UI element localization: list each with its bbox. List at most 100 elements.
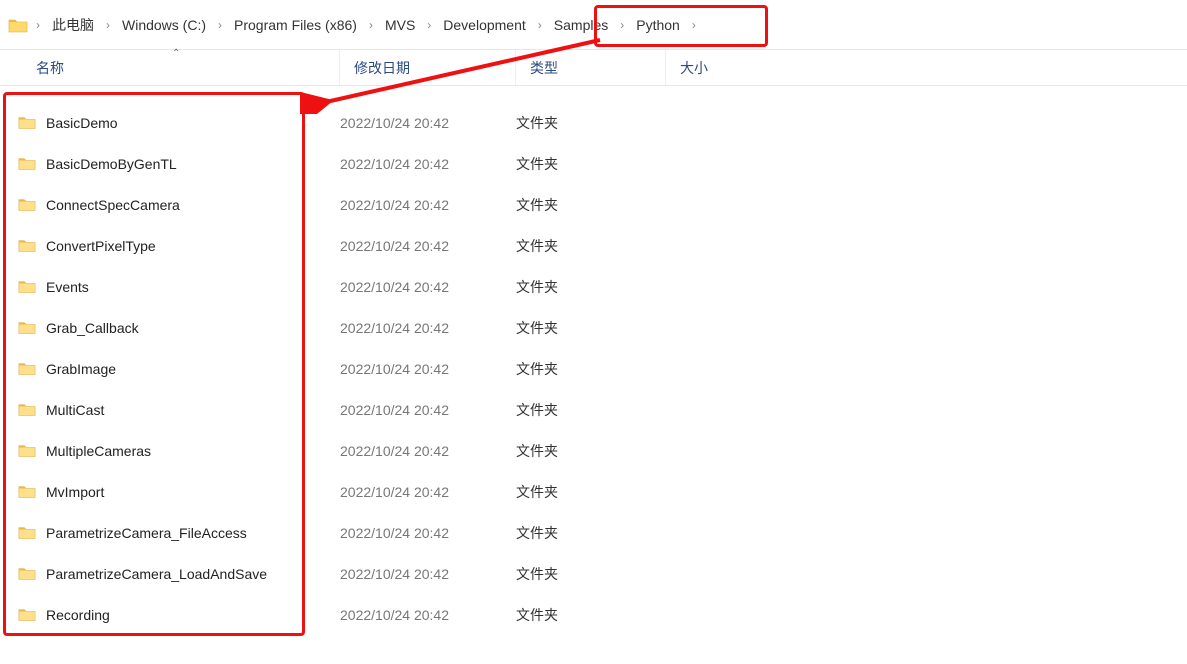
table-row[interactable]: Recording 2022/10/24 20:42文件夹: [0, 594, 1187, 635]
folder-icon: [18, 320, 36, 335]
file-type-cell: 文件夹: [516, 605, 666, 625]
file-date-cell: 2022/10/24 20:42: [340, 525, 516, 541]
file-name-cell: Grab_Callback: [0, 320, 340, 336]
file-date-cell: 2022/10/24 20:42: [340, 402, 516, 418]
chevron-right-icon: ›: [30, 18, 46, 32]
file-list: BasicDemo2022/10/24 20:42文件夹BasicDemoByG…: [0, 86, 1187, 635]
file-name-cell: ParametrizeCamera_FileAccess: [0, 525, 340, 541]
table-row[interactable]: ConnectSpecCamera 2022/10/24 20:42文件夹: [0, 184, 1187, 225]
file-name-cell: Recording: [0, 607, 340, 623]
breadcrumb[interactable]: › 此电脑 › Windows (C:) › Program Files (x8…: [0, 0, 1187, 50]
breadcrumb-development[interactable]: Development: [439, 15, 530, 35]
file-type-cell: 文件夹: [516, 236, 666, 256]
file-name-label: Events: [46, 279, 89, 295]
breadcrumb-this-pc[interactable]: 此电脑: [48, 13, 98, 37]
column-header-date[interactable]: 修改日期: [340, 50, 516, 85]
file-date-cell: 2022/10/24 20:42: [340, 607, 516, 623]
column-header-row: ⌃ 名称 修改日期 类型 大小: [0, 50, 1187, 86]
table-row[interactable]: MvImport 2022/10/24 20:42文件夹: [0, 471, 1187, 512]
file-name-label: Grab_Callback: [46, 320, 139, 336]
folder-icon: [18, 279, 36, 294]
file-date-cell: 2022/10/24 20:42: [340, 484, 516, 500]
folder-icon: [18, 115, 36, 130]
table-row[interactable]: MultipleCameras 2022/10/24 20:42文件夹: [0, 430, 1187, 471]
column-header-size[interactable]: 大小: [666, 50, 1187, 85]
folder-icon: [18, 443, 36, 458]
file-date-cell: 2022/10/24 20:42: [340, 443, 516, 459]
file-name-cell: BasicDemo: [0, 115, 340, 131]
file-date-cell: 2022/10/24 20:42: [340, 115, 516, 131]
breadcrumb-windows-c[interactable]: Windows (C:): [118, 15, 210, 35]
table-row[interactable]: Grab_Callback 2022/10/24 20:42文件夹: [0, 307, 1187, 348]
file-name-label: Recording: [46, 607, 110, 623]
folder-icon: [18, 566, 36, 581]
table-row[interactable]: ParametrizeCamera_FileAccess 2022/10/24 2…: [0, 512, 1187, 553]
breadcrumb-samples[interactable]: Samples: [550, 15, 612, 35]
chevron-right-icon: ›: [363, 18, 379, 32]
file-type-cell: 文件夹: [516, 564, 666, 584]
chevron-right-icon: ›: [532, 18, 548, 32]
file-type-cell: 文件夹: [516, 195, 666, 215]
file-name-cell: MultiCast: [0, 402, 340, 418]
folder-icon: [18, 484, 36, 499]
table-row[interactable]: MultiCast 2022/10/24 20:42文件夹: [0, 389, 1187, 430]
chevron-right-icon: ›: [100, 18, 116, 32]
file-name-cell: MvImport: [0, 484, 340, 500]
file-type-cell: 文件夹: [516, 113, 666, 133]
file-name-cell: BasicDemoByGenTL: [0, 156, 340, 172]
file-name-cell: GrabImage: [0, 361, 340, 377]
file-type-cell: 文件夹: [516, 277, 666, 297]
folder-icon: [18, 607, 36, 622]
column-header-type[interactable]: 类型: [516, 50, 666, 85]
sort-caret-icon: ⌃: [172, 48, 180, 59]
breadcrumb-program-files-x86[interactable]: Program Files (x86): [230, 15, 361, 35]
file-name-label: ParametrizeCamera_FileAccess: [46, 525, 247, 541]
file-date-cell: 2022/10/24 20:42: [340, 279, 516, 295]
file-date-cell: 2022/10/24 20:42: [340, 197, 516, 213]
file-name-label: ConvertPixelType: [46, 238, 156, 254]
file-date-cell: 2022/10/24 20:42: [340, 320, 516, 336]
chevron-right-icon: ›: [421, 18, 437, 32]
file-name-label: GrabImage: [46, 361, 116, 377]
file-date-cell: 2022/10/24 20:42: [340, 361, 516, 377]
file-name-label: ParametrizeCamera_LoadAndSave: [46, 566, 267, 582]
column-header-name[interactable]: 名称: [0, 50, 340, 85]
folder-icon: [8, 17, 28, 33]
breadcrumb-mvs[interactable]: MVS: [381, 15, 419, 35]
table-row[interactable]: BasicDemoByGenTL 2022/10/24 20:42文件夹: [0, 143, 1187, 184]
folder-icon: [18, 197, 36, 212]
file-type-cell: 文件夹: [516, 318, 666, 338]
file-type-cell: 文件夹: [516, 441, 666, 461]
folder-icon: [18, 525, 36, 540]
table-row[interactable]: ParametrizeCamera_LoadAndSave2022/10/24 …: [0, 553, 1187, 594]
file-name-label: MultipleCameras: [46, 443, 151, 459]
file-name-cell: ConvertPixelType: [0, 238, 340, 254]
file-name-label: BasicDemoByGenTL: [46, 156, 177, 172]
chevron-right-icon: ›: [686, 18, 702, 32]
chevron-right-icon: ›: [212, 18, 228, 32]
table-row[interactable]: GrabImage 2022/10/24 20:42文件夹: [0, 348, 1187, 389]
file-name-cell: MultipleCameras: [0, 443, 340, 459]
folder-icon: [18, 402, 36, 417]
file-type-cell: 文件夹: [516, 359, 666, 379]
folder-icon: [18, 238, 36, 253]
file-type-cell: 文件夹: [516, 523, 666, 543]
table-row[interactable]: Events 2022/10/24 20:42文件夹: [0, 266, 1187, 307]
breadcrumb-python[interactable]: Python: [632, 15, 684, 35]
folder-icon: [18, 361, 36, 376]
file-type-cell: 文件夹: [516, 400, 666, 420]
folder-icon: [18, 156, 36, 171]
table-row[interactable]: ConvertPixelType 2022/10/24 20:42文件夹: [0, 225, 1187, 266]
file-name-label: ConnectSpecCamera: [46, 197, 180, 213]
file-date-cell: 2022/10/24 20:42: [340, 156, 516, 172]
chevron-right-icon: ›: [614, 18, 630, 32]
table-row[interactable]: BasicDemo 2022/10/24 20:42文件夹: [0, 102, 1187, 143]
file-name-label: BasicDemo: [46, 115, 118, 131]
file-date-cell: 2022/10/24 20:42: [340, 238, 516, 254]
file-name-label: MultiCast: [46, 402, 104, 418]
file-name-cell: Events: [0, 279, 340, 295]
file-name-cell: ParametrizeCamera_LoadAndSave: [0, 566, 340, 582]
file-type-cell: 文件夹: [516, 154, 666, 174]
file-type-cell: 文件夹: [516, 482, 666, 502]
file-name-label: MvImport: [46, 484, 104, 500]
